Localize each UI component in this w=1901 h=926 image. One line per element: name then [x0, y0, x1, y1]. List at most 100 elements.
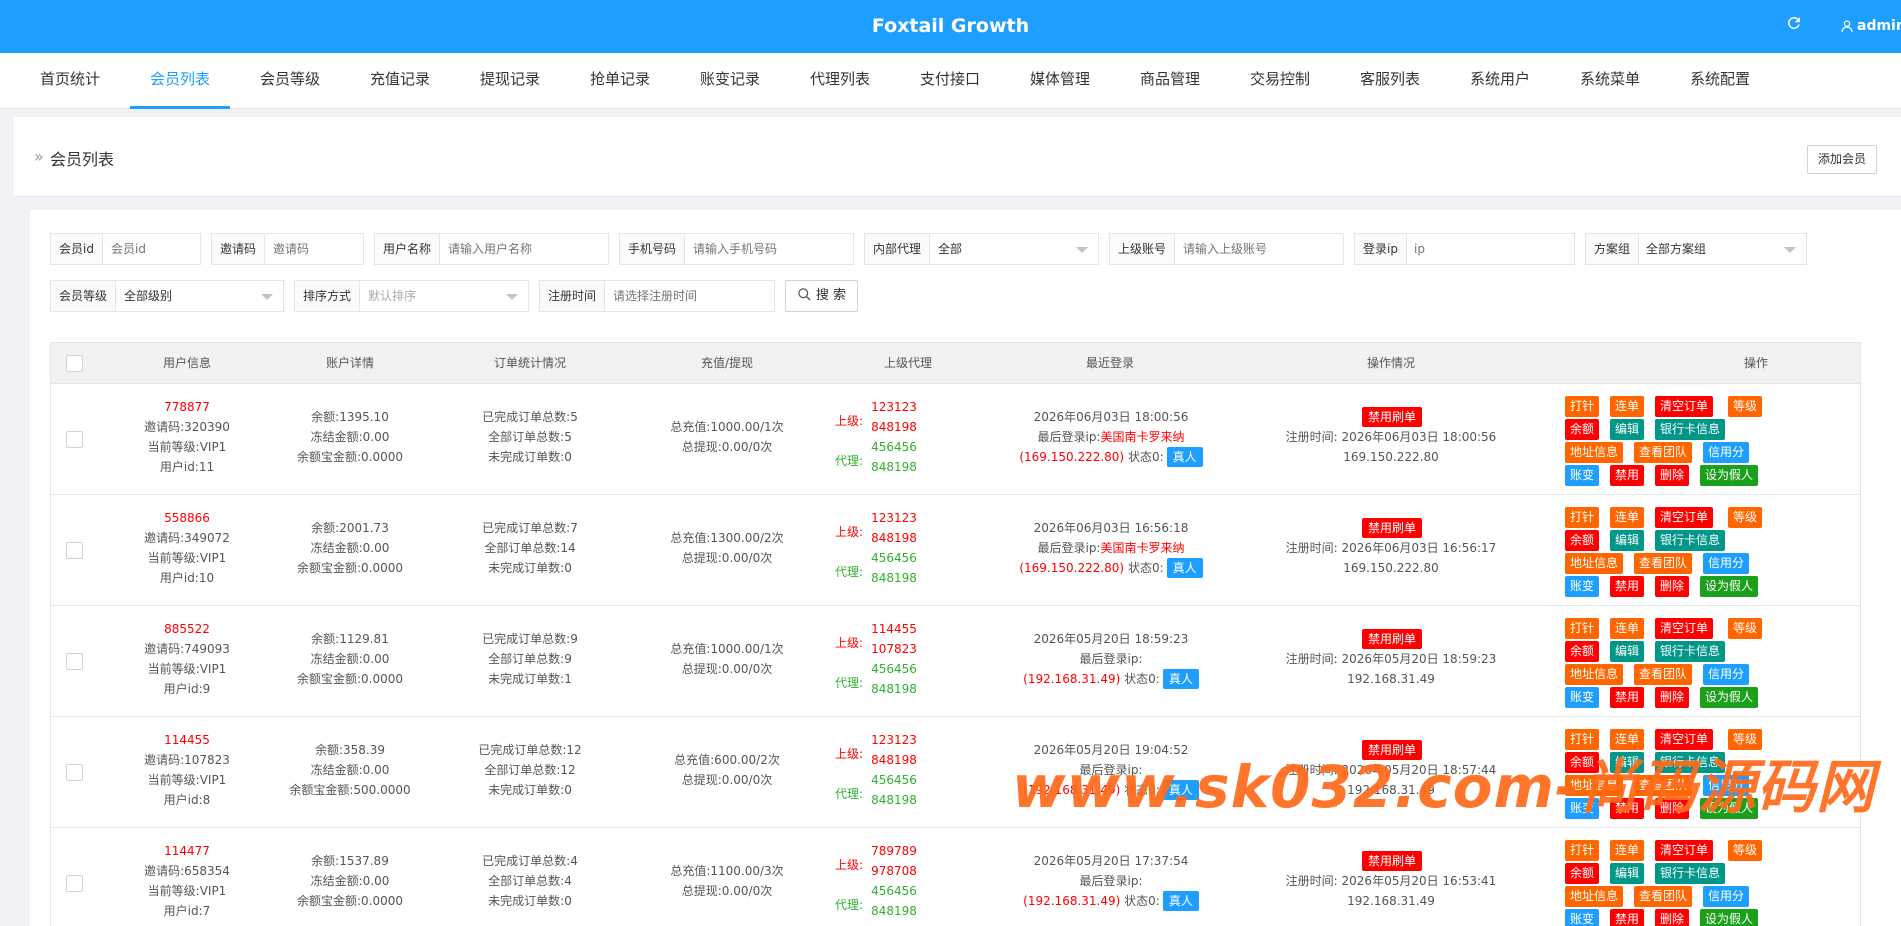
- search-button[interactable]: 搜 索: [785, 280, 858, 312]
- invite-code-input[interactable]: [265, 234, 363, 264]
- reg-time-input[interactable]: [605, 281, 774, 311]
- address-button[interactable]: 地址信息: [1565, 886, 1624, 907]
- clear-orders-button[interactable]: 清空订单: [1655, 618, 1714, 639]
- set-fake-button[interactable]: 设为假人: [1700, 909, 1759, 926]
- view-team-button[interactable]: 查看团队: [1634, 553, 1693, 574]
- tab-grab-order-records[interactable]: 抢单记录: [590, 53, 650, 109]
- chain-order-button[interactable]: 连单: [1610, 396, 1645, 417]
- row-checkbox[interactable]: [66, 653, 83, 670]
- row-checkbox[interactable]: [66, 875, 83, 892]
- level-button[interactable]: 等级: [1728, 618, 1763, 639]
- delete-button[interactable]: 删除: [1655, 576, 1690, 597]
- credit-score-button[interactable]: 信用分: [1703, 553, 1750, 574]
- inner-agent-select[interactable]: 全部: [930, 234, 1098, 264]
- level-button[interactable]: 等级: [1728, 396, 1763, 417]
- disable-button[interactable]: 禁用: [1610, 687, 1645, 708]
- row-checkbox[interactable]: [66, 764, 83, 781]
- tab-trade-control[interactable]: 交易控制: [1250, 53, 1310, 109]
- address-button[interactable]: 地址信息: [1565, 553, 1624, 574]
- clear-orders-button[interactable]: 清空订单: [1655, 507, 1714, 528]
- tab-service-list[interactable]: 客服列表: [1360, 53, 1420, 109]
- credit-score-button[interactable]: 信用分: [1703, 664, 1750, 685]
- tab-withdraw-records[interactable]: 提现记录: [480, 53, 540, 109]
- credit-score-button[interactable]: 信用分: [1703, 886, 1750, 907]
- parent-id: 848198: [871, 420, 917, 434]
- set-fake-button[interactable]: 设为假人: [1700, 576, 1759, 597]
- username-input[interactable]: [440, 234, 608, 264]
- edit-button[interactable]: 编辑: [1610, 641, 1645, 662]
- filter-member-level[interactable]: 会员等级 全部级别: [50, 280, 284, 312]
- balance-button[interactable]: 余额: [1565, 530, 1600, 551]
- clear-orders-button[interactable]: 清空订单: [1655, 396, 1714, 417]
- tab-system-users[interactable]: 系统用户: [1470, 53, 1530, 109]
- tab-media-manage[interactable]: 媒体管理: [1030, 53, 1090, 109]
- tab-member-list[interactable]: 会员列表: [130, 53, 230, 109]
- row-checkbox[interactable]: [66, 542, 83, 559]
- chain-order-button[interactable]: 连单: [1610, 507, 1645, 528]
- tab-agent-list[interactable]: 代理列表: [810, 53, 870, 109]
- disable-button[interactable]: 禁用: [1610, 465, 1645, 486]
- credit-score-button[interactable]: 信用分: [1703, 442, 1750, 463]
- balance-button[interactable]: 余额: [1565, 641, 1600, 662]
- edit-button[interactable]: 编辑: [1610, 419, 1645, 440]
- row-checkbox[interactable]: [66, 431, 83, 448]
- address-button[interactable]: 地址信息: [1565, 664, 1624, 685]
- clear-orders-button[interactable]: 清空订单: [1655, 840, 1714, 861]
- pin-button[interactable]: 打针: [1565, 618, 1600, 639]
- select-all-checkbox[interactable]: [66, 355, 83, 372]
- view-team-button[interactable]: 查看团队: [1634, 442, 1693, 463]
- yeb-value: 余额宝金额:0.0000: [296, 450, 404, 464]
- filter-plan-group[interactable]: 方案组 全部方案组: [1585, 233, 1807, 265]
- view-team-button[interactable]: 查看团队: [1634, 664, 1693, 685]
- balance-change-button[interactable]: 账变: [1565, 465, 1600, 486]
- tab-home-stats[interactable]: 首页统计: [40, 53, 100, 109]
- bank-card-button[interactable]: 银行卡信息: [1655, 863, 1726, 884]
- bank-card-button[interactable]: 银行卡信息: [1655, 530, 1726, 551]
- tab-payment-api[interactable]: 支付接口: [920, 53, 980, 109]
- user-menu[interactable]: admin: [1840, 16, 1901, 36]
- member-id-input[interactable]: [103, 234, 200, 264]
- phone-input[interactable]: [685, 234, 853, 264]
- pin-button[interactable]: 打针: [1565, 840, 1600, 861]
- disable-button[interactable]: 禁用: [1610, 909, 1645, 926]
- balance-button[interactable]: 余额: [1565, 863, 1600, 884]
- refresh-icon[interactable]: [1785, 14, 1805, 34]
- tab-goods-manage[interactable]: 商品管理: [1140, 53, 1200, 109]
- balance-change-button[interactable]: 账变: [1565, 687, 1600, 708]
- level-button[interactable]: 等级: [1728, 840, 1763, 861]
- parent-account-input[interactable]: [1175, 234, 1343, 264]
- set-fake-button[interactable]: 设为假人: [1700, 465, 1759, 486]
- member-level-select[interactable]: 全部级别: [116, 281, 283, 311]
- plan-group-select[interactable]: 全部方案组: [1638, 234, 1806, 264]
- set-fake-button[interactable]: 设为假人: [1700, 687, 1759, 708]
- level-button[interactable]: 等级: [1728, 507, 1763, 528]
- add-member-button[interactable]: 添加会员: [1807, 145, 1877, 174]
- balance-change-button[interactable]: 账变: [1565, 909, 1600, 926]
- pin-button[interactable]: 打针: [1565, 396, 1600, 417]
- tab-system-config[interactable]: 系统配置: [1690, 53, 1750, 109]
- login-ip-input[interactable]: [1406, 234, 1574, 264]
- col-status: 操作情况: [1366, 356, 1415, 370]
- pin-button[interactable]: 打针: [1565, 507, 1600, 528]
- delete-button[interactable]: 删除: [1655, 465, 1690, 486]
- filter-inner-agent[interactable]: 内部代理 全部: [864, 233, 1099, 265]
- tab-balance-change[interactable]: 账变记录: [700, 53, 760, 109]
- disable-button[interactable]: 禁用: [1610, 576, 1645, 597]
- edit-button[interactable]: 编辑: [1610, 530, 1645, 551]
- tab-recharge-records[interactable]: 充值记录: [370, 53, 430, 109]
- balance-change-button[interactable]: 账变: [1565, 576, 1600, 597]
- chain-order-button[interactable]: 连单: [1610, 840, 1645, 861]
- delete-button[interactable]: 删除: [1655, 909, 1690, 926]
- tab-member-level[interactable]: 会员等级: [260, 53, 320, 109]
- tab-system-menu[interactable]: 系统菜单: [1580, 53, 1640, 109]
- filter-sort[interactable]: 排序方式 默认排序: [294, 280, 529, 312]
- balance-button[interactable]: 余额: [1565, 419, 1600, 440]
- edit-button[interactable]: 编辑: [1610, 863, 1645, 884]
- delete-button[interactable]: 删除: [1655, 687, 1690, 708]
- bank-card-button[interactable]: 银行卡信息: [1655, 641, 1726, 662]
- sort-select[interactable]: 默认排序: [360, 281, 528, 311]
- chain-order-button[interactable]: 连单: [1610, 618, 1645, 639]
- address-button[interactable]: 地址信息: [1565, 442, 1624, 463]
- bank-card-button[interactable]: 银行卡信息: [1655, 419, 1726, 440]
- view-team-button[interactable]: 查看团队: [1634, 886, 1693, 907]
